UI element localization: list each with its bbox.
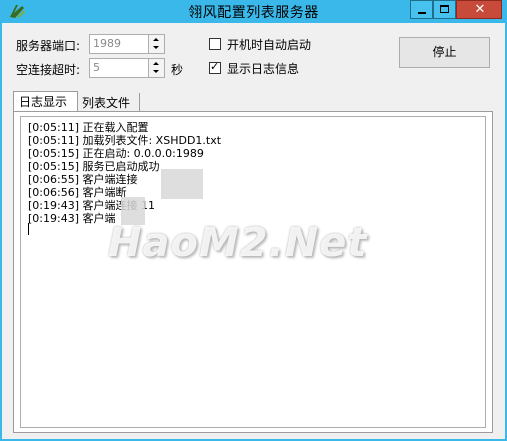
show-log-label[interactable]: 显示日志信息 (227, 60, 299, 77)
timeout-decrement-button[interactable] (149, 68, 164, 77)
port-label: 服务器端口: (16, 39, 81, 53)
log-line: [0:19:43] 客户端 (28, 212, 116, 225)
maximize-icon (440, 5, 449, 13)
timeout-stepper[interactable]: 5 (89, 58, 165, 78)
autostart-label[interactable]: 开机时自动启动 (227, 36, 311, 53)
timeout-spin-buttons (148, 59, 164, 77)
port-spin-buttons (148, 35, 164, 53)
show-log-checkbox[interactable]: ✓ (209, 60, 221, 74)
app-window: 翎风配置列表服务器 ✕ 服务器端口: 1989 空连接超时: 5 秒 开机时自动… (0, 0, 507, 441)
maximize-button[interactable] (433, 0, 456, 19)
minimize-button[interactable] (410, 0, 433, 19)
arrow-up-icon (153, 38, 159, 41)
redaction-blur (161, 169, 203, 199)
close-icon: ✕ (474, 2, 486, 17)
stop-button[interactable]: 停止 (399, 37, 490, 68)
port-stepper[interactable]: 1989 (89, 34, 165, 54)
tab-log-display[interactable]: 日志显示 (13, 91, 78, 112)
timeout-unit: 秒 (171, 63, 184, 77)
arrow-down-icon (153, 70, 159, 73)
checkmark-icon: ✓ (210, 60, 220, 73)
tab-panel: [0:05:11] 正在载入配置 [0:05:11] 加载列表文件: XSHDD… (13, 111, 493, 433)
text-caret (28, 223, 29, 235)
client-area: 服务器端口: 1989 空连接超时: 5 秒 开机时自动启动 ✓ 显示日志信息 … (2, 23, 505, 439)
timeout-label: 空连接超时: (16, 63, 81, 77)
arrow-up-icon (153, 62, 159, 65)
log-memo[interactable]: [0:05:11] 正在载入配置 [0:05:11] 加载列表文件: XSHDD… (20, 116, 486, 428)
port-decrement-button[interactable] (149, 44, 164, 53)
timeout-value[interactable]: 5 (93, 61, 100, 74)
arrow-down-icon (153, 46, 159, 49)
port-value[interactable]: 1989 (93, 37, 121, 50)
autostart-checkbox[interactable] (209, 38, 221, 50)
minimize-icon (418, 12, 426, 14)
close-button[interactable]: ✕ (456, 0, 502, 19)
title-bar[interactable]: 翎风配置列表服务器 ✕ (0, 0, 507, 23)
watermark: HaoM2.Net (108, 220, 368, 266)
